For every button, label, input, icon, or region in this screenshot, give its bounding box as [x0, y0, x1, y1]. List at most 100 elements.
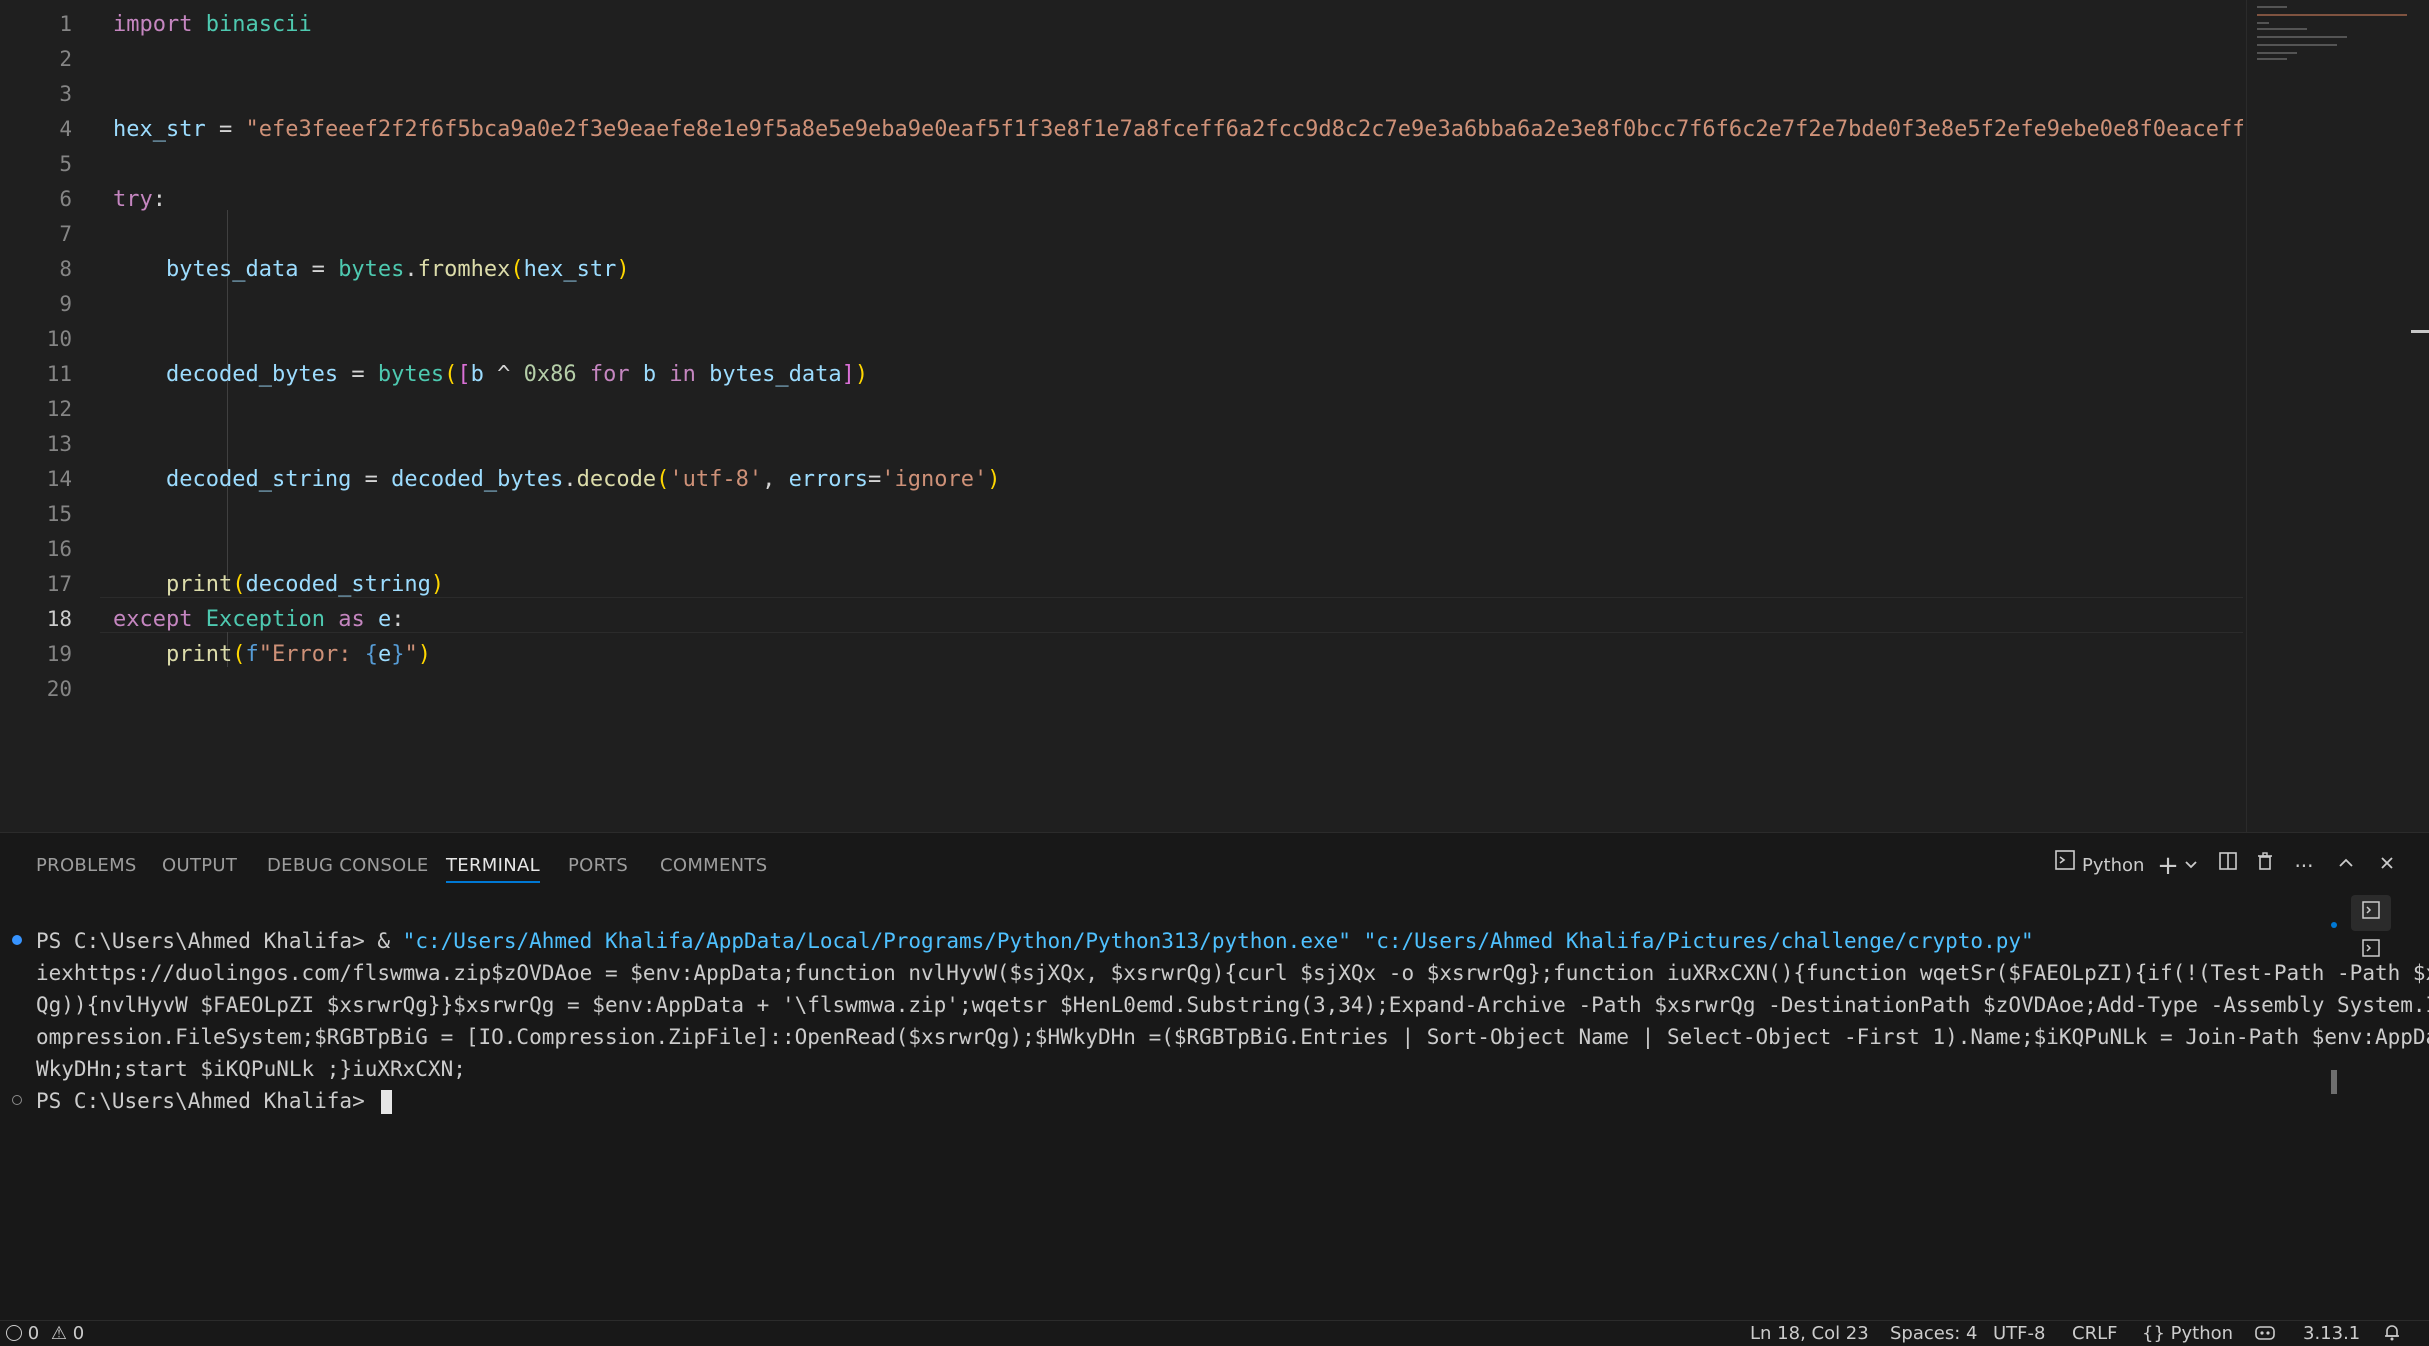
code-token: [ [457, 362, 471, 387]
terminal-output-line: ompression.FileSystem;$RGBTpBiG = [IO.Co… [36, 1025, 2429, 1049]
code-token: bytes [377, 362, 445, 387]
line-number: 4 [59, 117, 72, 141]
copilot-icon[interactable] [2253, 1321, 2277, 1346]
terminal-output-line: Qg)){nvlHyvW $FAEOLpZI $xsrwrQg}}$xsrwrQ… [36, 993, 2429, 1017]
tab-terminal[interactable]: TERMINAL [446, 851, 540, 883]
code-token: b [470, 362, 484, 387]
python-version[interactable]: 3.13.1 [2303, 1321, 2360, 1346]
terminal-prompt: PS C:\Users\Ahmed Khalifa> [36, 1089, 378, 1113]
code-line[interactable]: print(decoded_string) [113, 567, 444, 602]
cursor-position[interactable]: Ln 18, Col 23 [1750, 1321, 1869, 1346]
line-number: 10 [46, 327, 72, 351]
trash-icon[interactable] [2252, 849, 2278, 883]
line-number: 20 [46, 677, 72, 701]
plus-icon[interactable]: + [2156, 849, 2180, 883]
encoding-setting[interactable]: UTF-8 [1993, 1321, 2045, 1346]
code-token: ( [444, 362, 458, 387]
line-number: 12 [46, 397, 72, 421]
code-line[interactable]: except Exception as e: [113, 602, 404, 637]
code-token: ( [510, 257, 524, 282]
code-token: ) [854, 362, 869, 387]
line-number: 11 [46, 362, 72, 386]
code-token: ^ [483, 362, 524, 387]
terminal-output[interactable]: PS C:\Users\Ahmed Khalifa> & "c:/Users/A… [0, 921, 2429, 1321]
code-token: e [377, 607, 392, 632]
code-line[interactable]: import binascii [113, 7, 312, 42]
code-line[interactable]: bytes_data = bytes.fromhex(hex_str) [113, 252, 630, 287]
code-token: print [165, 572, 233, 597]
minimap-line [2257, 22, 2269, 24]
line-number: 13 [46, 432, 72, 456]
line-number: 6 [59, 187, 72, 211]
close-icon[interactable] [2375, 849, 2399, 883]
language-label: Python [2170, 1323, 2234, 1344]
warning-icon: ⚠ [50, 1323, 68, 1344]
tab-problems[interactable]: PROBLEMS [36, 851, 137, 881]
line-number: 17 [46, 572, 72, 596]
terminal-tab-icon[interactable] [2351, 933, 2391, 969]
code-token: ) [616, 257, 630, 282]
chevron-down-icon[interactable] [2181, 849, 2201, 883]
ellipsis-icon[interactable]: ··· [2291, 849, 2317, 883]
line-number: 3 [59, 82, 72, 106]
code-token: decoded_string [245, 572, 431, 597]
code-token: bytes [338, 257, 405, 282]
minimap-line [2257, 58, 2287, 60]
code-token: decode [576, 467, 657, 492]
code-token: { [364, 642, 378, 667]
command-idle-dot[interactable] [12, 1095, 22, 1105]
warning-count: 0 [72, 1323, 85, 1344]
terminal-icon[interactable] [2051, 849, 2079, 883]
line-number: 7 [59, 222, 72, 246]
terminal-scrollbar[interactable] [2331, 1070, 2337, 1094]
tab-comments[interactable]: COMMENTS [660, 851, 767, 881]
editor[interactable]: 1 2 3 4 5 6 7 8 9 10 11 12 13 14 15 16 17 18 19 20 import b… [0, 0, 2429, 832]
code-token: e [377, 642, 392, 667]
problems-status[interactable]: 0 ⚠ 0 [6, 1321, 84, 1346]
split-icon[interactable] [2215, 849, 2241, 883]
eol-setting[interactable]: CRLF [2072, 1321, 2117, 1346]
code-token: ( [232, 572, 246, 597]
code-line[interactable]: decoded_bytes = bytes([b ^ 0x86 for b in… [113, 357, 868, 392]
code-token: decoded_bytes [391, 467, 564, 492]
terminal-tab-icon[interactable] [2351, 895, 2391, 931]
code-line[interactable]: hex_str = "efe3feeef2f2f6f5bca9a0e2f3e9e… [113, 112, 2243, 147]
code-line[interactable]: decoded_string = decoded_bytes.decode('u… [113, 462, 1001, 497]
tab-ports[interactable]: PORTS [568, 851, 628, 881]
code-token: f [245, 642, 259, 667]
code-token: decoded_bytes [165, 362, 339, 387]
code-token: } [391, 642, 405, 667]
code-token: hex_str [113, 117, 206, 142]
command-success-dot[interactable] [12, 935, 22, 945]
terminal-prompt-line[interactable]: PS C:\Users\Ahmed Khalifa> [36, 1085, 393, 1117]
line-number: 9 [59, 292, 72, 316]
minimap[interactable] [2246, 0, 2417, 832]
minimap-line [2257, 6, 2287, 8]
line-number-gutter: 1 2 3 4 5 6 7 8 9 10 11 12 13 14 15 16 17 18 19 20 [0, 0, 100, 832]
code-area[interactable]: import binascii hex_str = "efe3feeef2f2f6… [113, 0, 2243, 832]
code-token: try [113, 187, 153, 212]
bell-icon[interactable] [2382, 1321, 2402, 1346]
line-number: 1 [59, 12, 72, 36]
code-line[interactable]: try: [113, 182, 166, 217]
language-mode[interactable]: {} Python [2142, 1321, 2233, 1346]
chevron-up-icon[interactable] [2334, 849, 2358, 883]
tab-output[interactable]: OUTPUT [162, 851, 237, 881]
code-token: decoded_string [165, 467, 352, 492]
terminal-output-line: WkyDHn;start $iKQPuNLk ;}iuXRxCXN; [36, 1057, 466, 1081]
indentation-setting[interactable]: Spaces: 4 [1890, 1321, 1977, 1346]
code-token: = [868, 467, 882, 492]
python-exe-path: "c:/Users/Ahmed Khalifa/AppData/Local/Pr… [402, 929, 1351, 953]
command-operator: & [377, 929, 403, 953]
tab-debug-console[interactable]: DEBUG CONSOLE [267, 851, 429, 881]
code-line[interactable]: print(f"Error: {e}") [113, 637, 431, 672]
terminal-profile-label[interactable]: Python [2082, 849, 2152, 883]
code-token: "Error: [258, 642, 365, 667]
code-token: hex_str [523, 257, 617, 282]
code-token: bytes_data [709, 362, 842, 387]
code-token: "efe3feeef2f2f6f5bca9a0e2f3e9eaefe8e1e9f… [245, 117, 2243, 142]
